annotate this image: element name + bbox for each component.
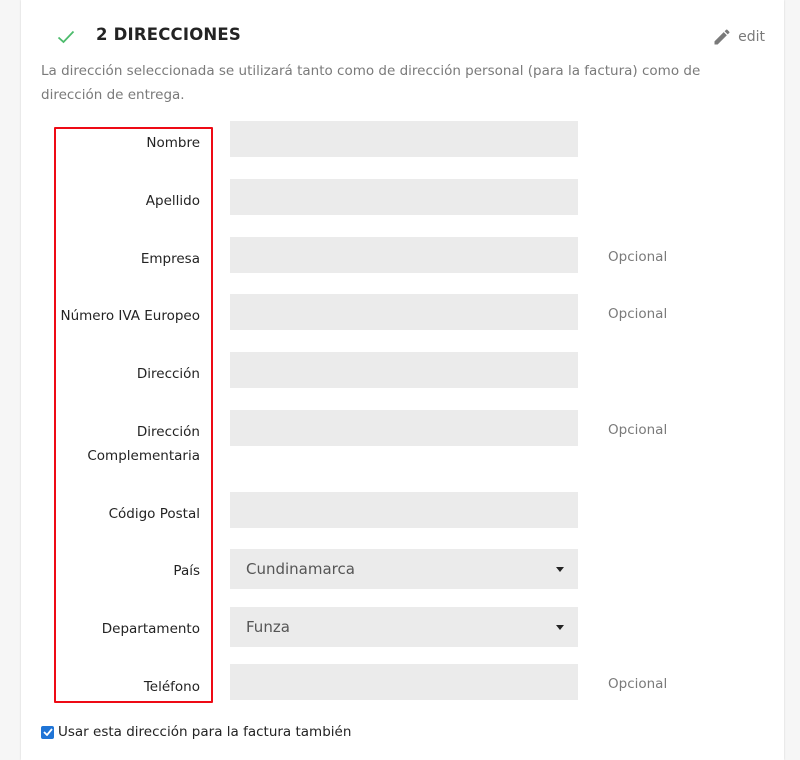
edit-link[interactable]: edit (712, 27, 765, 47)
field-label: Dirección Complementaria (87, 424, 200, 464)
step-description: La dirección seleccionada se utilizará t… (41, 63, 701, 103)
pais-select[interactable]: Cundinamarca (230, 549, 578, 589)
field-label: Empresa (140, 251, 200, 267)
direccion-complementaria-input[interactable] (230, 410, 578, 446)
caret-down-icon (556, 566, 564, 572)
field-label: Nombre (146, 135, 200, 151)
field-label: Departamento (101, 621, 200, 637)
use-for-invoice-label: Usar esta dirección para la factura tamb… (58, 724, 352, 740)
empresa-input[interactable] (230, 237, 578, 273)
field-label: País (173, 563, 200, 579)
telefono-input[interactable] (230, 664, 578, 700)
field-label: Apellido (145, 193, 200, 209)
checkout-step-card: 2 DIRECCIONES edit La dirección seleccio… (21, 0, 784, 760)
use-for-invoice-checkbox[interactable] (41, 725, 54, 739)
check-icon (57, 30, 75, 44)
optional-hint: Opcional (608, 306, 668, 322)
field-label: Número IVA Europeo (60, 308, 200, 324)
step-header[interactable]: 2 DIRECCIONES edit (21, 0, 784, 60)
optional-hint: Opcional (608, 249, 668, 265)
step-title: 2 DIRECCIONES (96, 25, 241, 44)
nombre-input[interactable] (230, 121, 578, 157)
apellido-input[interactable] (230, 179, 578, 215)
use-for-invoice-option[interactable]: Usar esta dirección para la factura tamb… (41, 724, 351, 740)
departamento-select[interactable]: Funza (230, 607, 578, 647)
select-value: Funza (246, 618, 290, 636)
direccion-input[interactable] (230, 352, 578, 388)
field-label: Dirección (136, 366, 200, 382)
optional-hint: Opcional (608, 422, 668, 438)
caret-down-icon (556, 624, 564, 630)
codigo-postal-input[interactable] (230, 492, 578, 528)
vat-number-input[interactable] (230, 294, 578, 330)
field-label: Código Postal (108, 506, 200, 522)
field-label: Teléfono (143, 679, 200, 695)
checkmark-icon (42, 728, 53, 736)
pencil-icon (714, 29, 730, 45)
select-value: Cundinamarca (246, 560, 355, 578)
edit-label: edit (738, 29, 765, 45)
optional-hint: Opcional (608, 676, 668, 692)
